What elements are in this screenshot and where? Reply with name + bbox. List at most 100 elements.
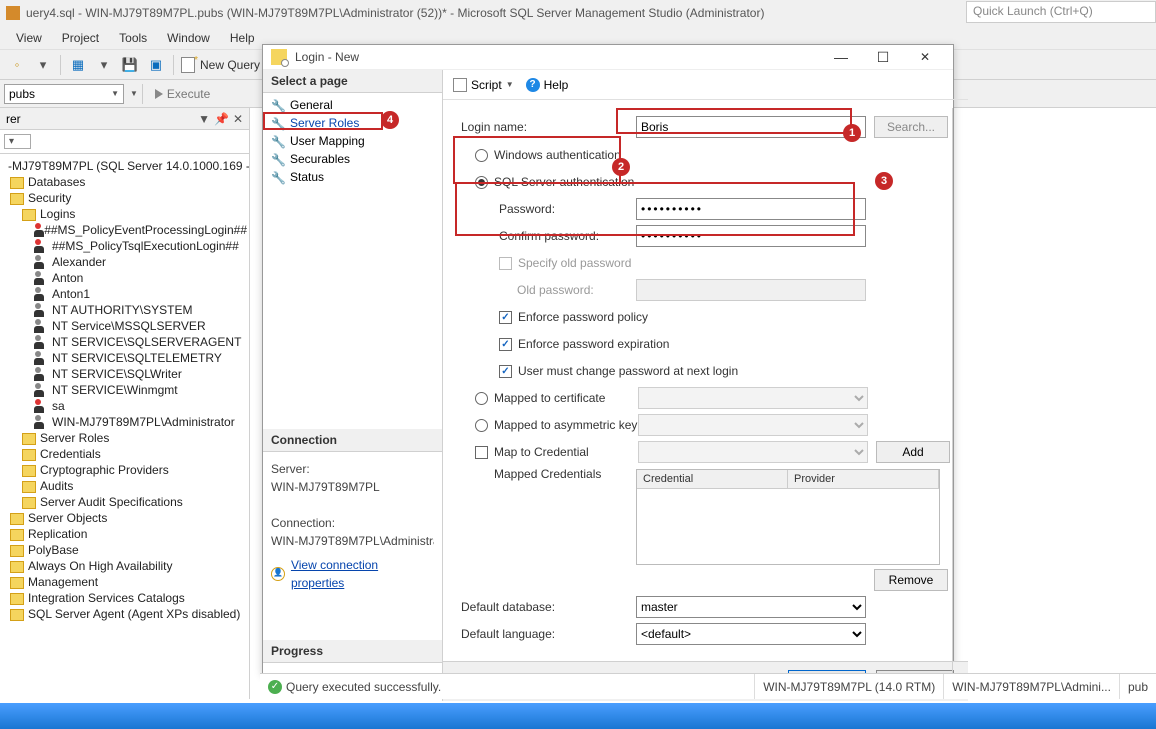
confirm-password-input[interactable] xyxy=(636,225,866,247)
tree-management[interactable]: Management xyxy=(28,575,98,589)
tree-login-item[interactable]: NT SERVICE\SQLWriter xyxy=(2,366,247,382)
tree-login-item[interactable]: NT Service\MSSQLSERVER xyxy=(2,318,247,334)
map-credential-checkbox[interactable] xyxy=(475,446,488,459)
login-icon xyxy=(34,255,48,269)
wrench-icon: 🔧 xyxy=(271,117,284,130)
saveall-icon[interactable]: ▣ xyxy=(145,54,167,76)
page-securables[interactable]: 🔧Securables xyxy=(263,150,442,168)
nav-back-icon[interactable]: ◦ xyxy=(6,54,28,76)
tree-crypto[interactable]: Cryptographic Providers xyxy=(40,463,169,477)
badge-3: 3 xyxy=(875,172,893,190)
tree-security[interactable]: Security xyxy=(28,191,71,205)
help-button[interactable]: ? Help xyxy=(526,78,569,92)
tree-server-audit[interactable]: Server Audit Specifications xyxy=(40,495,183,509)
tree-login-item[interactable]: NT SERVICE\SQLSERVERAGENT xyxy=(2,334,247,350)
menu-view[interactable]: View xyxy=(6,31,52,45)
old-password-label: Old password: xyxy=(461,283,636,297)
default-language-select[interactable]: <default> xyxy=(636,623,866,645)
maximize-button[interactable]: ☐ xyxy=(863,45,903,69)
mapped-asym-radio[interactable] xyxy=(475,419,488,432)
col-provider: Provider xyxy=(788,470,939,488)
new-solution-icon[interactable]: ▦ xyxy=(67,54,89,76)
tree-sql-agent[interactable]: SQL Server Agent (Agent XPs disabled) xyxy=(28,607,240,621)
folder-icon xyxy=(22,497,36,509)
sql-auth-radio[interactable] xyxy=(475,176,488,189)
tree-audits[interactable]: Audits xyxy=(40,479,73,493)
new-query-button[interactable]: New Query xyxy=(178,55,266,75)
login-icon xyxy=(34,303,48,317)
tree-login-item[interactable]: ##MS_PolicyEventProcessingLogin## xyxy=(2,222,247,238)
windows-auth-label: Windows authentication xyxy=(494,148,621,162)
add-credential-button[interactable]: Add xyxy=(876,441,950,463)
enforce-policy-checkbox[interactable] xyxy=(499,311,512,324)
menu-tools[interactable]: Tools xyxy=(109,31,157,45)
view-connection-props-link[interactable]: View connection properties xyxy=(291,556,434,592)
tree-login-item[interactable]: NT AUTHORITY\SYSTEM xyxy=(2,302,247,318)
dialog-titlebar: Login - New — ☐ ✕ xyxy=(263,45,953,70)
tree-integration-svc[interactable]: Integration Services Catalogs xyxy=(28,591,185,605)
menu-window[interactable]: Window xyxy=(157,31,220,45)
confirm-password-label: Confirm password: xyxy=(461,229,636,243)
open-icon[interactable]: ▾ xyxy=(93,54,115,76)
status-bar: ✓ Query executed successfully. WIN-MJ79T… xyxy=(260,673,1156,699)
tree-login-item[interactable]: Alexander xyxy=(2,254,247,270)
wrench-icon: 🔧 xyxy=(271,135,284,148)
tree-login-item[interactable]: NT SERVICE\Winmgmt xyxy=(2,382,247,398)
tree-login-item[interactable]: Anton xyxy=(2,270,247,286)
connection-props-icon xyxy=(271,567,285,581)
login-name-input[interactable] xyxy=(636,116,866,138)
password-label: Password: xyxy=(461,202,636,216)
database-combo[interactable]: pubs ▼ xyxy=(4,84,124,104)
tree-credentials[interactable]: Credentials xyxy=(40,447,101,461)
enforce-expiration-checkbox[interactable] xyxy=(499,338,512,351)
remove-credential-button[interactable]: Remove xyxy=(874,569,948,591)
tree-polybase[interactable]: PolyBase xyxy=(28,543,79,557)
login-icon xyxy=(34,335,48,349)
folder-icon xyxy=(22,465,36,477)
menu-project[interactable]: Project xyxy=(52,31,109,45)
page-user-mapping[interactable]: 🔧User Mapping xyxy=(263,132,442,150)
col-credential: Credential xyxy=(637,470,788,488)
password-input[interactable] xyxy=(636,198,866,220)
execute-button[interactable]: Execute xyxy=(147,85,218,103)
windows-auth-radio[interactable] xyxy=(475,149,488,162)
tree-always-on[interactable]: Always On High Availability xyxy=(28,559,173,573)
sql-auth-label: SQL Server authentication xyxy=(494,175,634,189)
tree-login-item[interactable]: WIN-MJ79T89M7PL\Administrator xyxy=(2,414,247,430)
pin-icon[interactable]: 📌 xyxy=(214,112,229,126)
default-database-select[interactable]: master xyxy=(636,596,866,618)
mapped-credentials-table[interactable]: Credential Provider xyxy=(636,469,940,565)
tree-root[interactable]: -MJ79T89M7PL (SQL Server 14.0.1000.169 -… xyxy=(8,159,249,173)
must-change-checkbox[interactable] xyxy=(499,365,512,378)
quick-launch-input[interactable]: Quick Launch (Ctrl+Q) xyxy=(966,1,1156,23)
tree-login-item[interactable]: sa xyxy=(2,398,247,414)
status-server: WIN-MJ79T89M7PL (14.0 RTM) xyxy=(763,680,935,694)
tree-server-objects[interactable]: Server Objects xyxy=(28,511,107,525)
tree-logins[interactable]: Logins xyxy=(40,207,75,221)
tree-server-roles[interactable]: Server Roles xyxy=(40,431,109,445)
tree-login-item[interactable]: Anton1 xyxy=(2,286,247,302)
mapped-cert-radio[interactable] xyxy=(475,392,488,405)
page-general[interactable]: 🔧General xyxy=(263,96,442,114)
select-a-page-header: Select a page xyxy=(263,70,442,93)
tree-replication[interactable]: Replication xyxy=(28,527,87,541)
tree-login-item[interactable]: NT SERVICE\SQLTELEMETRY xyxy=(2,350,247,366)
menu-help[interactable]: Help xyxy=(220,31,265,45)
page-status[interactable]: 🔧Status xyxy=(263,168,442,186)
close-panel-icon[interactable]: ✕ xyxy=(233,112,243,126)
page-server-roles[interactable]: 🔧Server Roles xyxy=(263,114,442,132)
connect-dropdown[interactable]: ▾ xyxy=(4,134,31,149)
close-button[interactable]: ✕ xyxy=(905,45,945,69)
object-explorer-panel: rer ▼ 📌 ✕ ▾ -MJ79T89M7PL (SQL Server 14.… xyxy=(0,108,250,699)
panel-dropdown-icon[interactable]: ▼ xyxy=(198,112,210,126)
folder-icon xyxy=(22,449,36,461)
save-icon[interactable]: 💾 xyxy=(119,54,141,76)
script-icon xyxy=(453,78,467,92)
object-explorer-tree[interactable]: -MJ79T89M7PL (SQL Server 14.0.1000.169 -… xyxy=(0,154,249,699)
connection-info: Server: WIN-MJ79T89M7PL Connection: WIN-… xyxy=(263,452,442,600)
minimize-button[interactable]: — xyxy=(821,45,861,69)
tree-login-item[interactable]: ##MS_PolicyTsqlExecutionLogin## xyxy=(2,238,247,254)
tree-databases[interactable]: Databases xyxy=(28,175,85,189)
script-button[interactable]: Script ▼ xyxy=(453,78,514,92)
mapped-asym-select xyxy=(638,414,868,436)
